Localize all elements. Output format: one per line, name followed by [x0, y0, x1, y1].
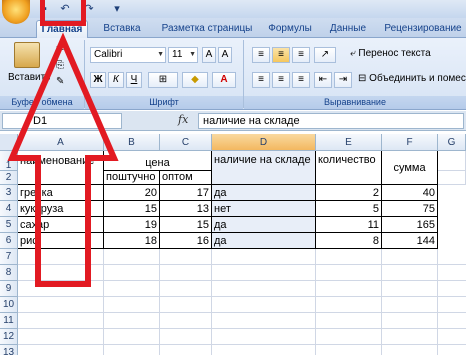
- cell-f6[interactable]: 144: [382, 233, 438, 249]
- tab-review[interactable]: Рецензирование: [380, 20, 466, 38]
- font-size-select[interactable]: 11 ▼: [168, 47, 198, 63]
- row-header[interactable]: 5: [0, 217, 18, 233]
- cell-a4[interactable]: кукуруза: [18, 201, 104, 217]
- cell-g2[interactable]: [438, 171, 466, 185]
- column-header-g[interactable]: G: [438, 134, 466, 151]
- cell-g1[interactable]: [438, 151, 466, 171]
- row-header[interactable]: 4: [0, 201, 18, 217]
- cell-a3[interactable]: гречка: [18, 185, 104, 201]
- row-header[interactable]: 12: [0, 329, 18, 345]
- cell-e1[interactable]: количество: [316, 151, 382, 185]
- italic-button[interactable]: К: [108, 72, 124, 88]
- cell-d4[interactable]: нет: [212, 201, 316, 217]
- row-header[interactable]: 6: [0, 233, 18, 249]
- cell-c3[interactable]: 17: [160, 185, 212, 201]
- cell-a5[interactable]: сахар: [18, 217, 104, 233]
- copy-icon[interactable]: ⎘: [56, 60, 64, 71]
- alignment-group-label: Выравнивание: [244, 96, 466, 109]
- column-header-f[interactable]: F: [382, 134, 438, 151]
- customize-icon[interactable]: ▾: [110, 2, 124, 16]
- annotation-highlight-box: [40, 0, 86, 26]
- row-header[interactable]: 8: [0, 265, 18, 281]
- cell-c5[interactable]: 15: [160, 217, 212, 233]
- formula-input[interactable]: наличие на складе: [198, 113, 464, 129]
- align-center-icon[interactable]: ≡: [272, 72, 290, 88]
- underline-button[interactable]: Ч: [126, 72, 142, 88]
- merge-icon: ⊟: [358, 73, 370, 84]
- insert-function-icon[interactable]: fx: [178, 113, 188, 126]
- cell-b3[interactable]: 20: [104, 185, 160, 201]
- row-header[interactable]: 10: [0, 297, 18, 313]
- wrap-text-button[interactable]: ⤶ Перенос текста: [350, 48, 431, 59]
- font-name-select[interactable]: Calibri ▼: [90, 47, 166, 63]
- cell-a1[interactable]: наименование: [18, 151, 104, 185]
- cell-c2[interactable]: оптом: [160, 171, 212, 185]
- cell-e6[interactable]: 8: [316, 233, 382, 249]
- cell-b5[interactable]: 19: [104, 217, 160, 233]
- cell-b1-price[interactable]: цена: [104, 151, 212, 171]
- tab-formulas[interactable]: Формулы: [262, 20, 318, 38]
- cell-d5[interactable]: да: [212, 217, 316, 233]
- cell-b2[interactable]: поштучно: [104, 171, 160, 185]
- font-group-label: Шрифт: [85, 96, 243, 109]
- cut-icon[interactable]: ✂: [56, 44, 64, 55]
- column-header-a[interactable]: A: [18, 134, 104, 151]
- bold-button[interactable]: Ж: [90, 72, 106, 88]
- paste-icon[interactable]: [14, 42, 40, 68]
- column-header-d[interactable]: D: [212, 134, 316, 151]
- merge-center-button[interactable]: ⊟ Объединить и помест: [358, 73, 466, 84]
- row-header[interactable]: 2: [0, 171, 18, 185]
- worksheet-grid: A B C D E F G 1 2 3 4 5 6 7 8 9 10 11 12…: [0, 134, 466, 355]
- tab-insert[interactable]: Вставка: [94, 20, 150, 38]
- align-middle-icon[interactable]: ≡: [272, 47, 290, 63]
- cell-e5[interactable]: 11: [316, 217, 382, 233]
- row-header[interactable]: 11: [0, 313, 18, 329]
- cell-c4[interactable]: 13: [160, 201, 212, 217]
- empty-cells[interactable]: [18, 249, 466, 355]
- cell-b4[interactable]: 15: [104, 201, 160, 217]
- tab-data[interactable]: Данные: [322, 20, 374, 38]
- select-all-corner[interactable]: [0, 134, 18, 151]
- align-right-icon[interactable]: ≡: [292, 72, 310, 88]
- formula-bar: D1 fx наличие на складе: [0, 111, 466, 131]
- row-header[interactable]: 7: [0, 249, 18, 265]
- borders-icon[interactable]: ⊞: [148, 72, 178, 88]
- cell-d3[interactable]: да: [212, 185, 316, 201]
- font-color-icon[interactable]: A: [212, 72, 236, 88]
- tab-page-layout[interactable]: Разметка страницы: [152, 20, 262, 38]
- decrease-indent-icon[interactable]: ⇤: [314, 72, 332, 88]
- fill-color-icon[interactable]: ◆: [182, 72, 208, 88]
- row-header[interactable]: 13: [0, 345, 18, 355]
- grow-font-icon[interactable]: A: [202, 47, 216, 63]
- ribbon: Вставить ✂ ⎘ ✎ Буфер обмена Calibri ▼ 11 ▼…: [0, 38, 466, 110]
- paste-button[interactable]: Вставить: [8, 72, 50, 83]
- row-header[interactable]: 9: [0, 281, 18, 297]
- increase-indent-icon[interactable]: ⇥: [334, 72, 352, 88]
- column-header-e[interactable]: E: [316, 134, 382, 151]
- cell-c6[interactable]: 16: [160, 233, 212, 249]
- clipboard-group-label: Буфер обмена: [0, 96, 84, 109]
- cell-a6[interactable]: рис: [18, 233, 104, 249]
- cell-f1[interactable]: сумма: [382, 151, 438, 185]
- cell-f5[interactable]: 165: [382, 217, 438, 233]
- cell-d6[interactable]: да: [212, 233, 316, 249]
- orientation-icon[interactable]: ↗: [314, 47, 336, 63]
- align-bottom-icon[interactable]: ≡: [292, 47, 310, 63]
- cell-e4[interactable]: 5: [316, 201, 382, 217]
- cell-e3[interactable]: 2: [316, 185, 382, 201]
- row-header[interactable]: 1: [0, 151, 18, 171]
- cell-b6[interactable]: 18: [104, 233, 160, 249]
- name-box[interactable]: D1: [2, 113, 122, 129]
- align-top-icon[interactable]: ≡: [252, 47, 270, 63]
- format-painter-icon[interactable]: ✎: [56, 76, 64, 87]
- cell-f3[interactable]: 40: [382, 185, 438, 201]
- row-header[interactable]: 3: [0, 185, 18, 201]
- shrink-font-icon[interactable]: A: [218, 47, 232, 63]
- cell-f4[interactable]: 75: [382, 201, 438, 217]
- align-left-icon[interactable]: ≡: [252, 72, 270, 88]
- column-header-c[interactable]: C: [160, 134, 212, 151]
- column-header-b[interactable]: B: [104, 134, 160, 151]
- cell-d1[interactable]: наличие на складе: [212, 151, 316, 185]
